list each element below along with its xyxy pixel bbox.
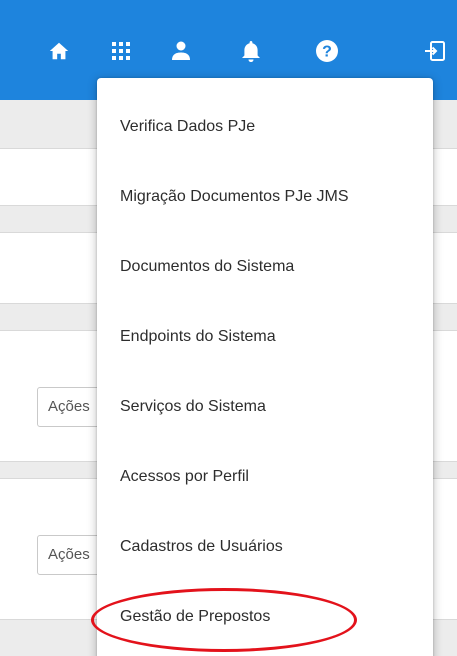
- user-icon[interactable]: [164, 34, 198, 68]
- home-icon[interactable]: [42, 34, 76, 68]
- app-page: ? Ações Ações Verifica Dados PJe Migraçã…: [0, 0, 457, 656]
- bell-icon[interactable]: [234, 34, 268, 68]
- svg-text:?: ?: [322, 44, 332, 61]
- menu-item-servicos-sistema[interactable]: Serviços do Sistema: [97, 385, 433, 429]
- menu-item-acessos-perfil[interactable]: Acessos por Perfil: [97, 455, 433, 499]
- menu-item-endpoints-sistema[interactable]: Endpoints do Sistema: [97, 315, 433, 359]
- apps-grid-icon[interactable]: [104, 34, 138, 68]
- logout-icon[interactable]: [418, 34, 452, 68]
- apps-dropdown-menu: Verifica Dados PJe Migração Documentos P…: [97, 78, 433, 656]
- menu-item-cadastros-usuarios[interactable]: Cadastros de Usuários: [97, 525, 433, 569]
- menu-item-verifica-dados-pje[interactable]: Verifica Dados PJe: [97, 105, 433, 149]
- menu-item-migracao-documentos[interactable]: Migração Documentos PJe JMS: [97, 175, 433, 219]
- menu-item-gestao-prepostos[interactable]: Gestão de Prepostos: [97, 595, 433, 639]
- menu-item-documentos-sistema[interactable]: Documentos do Sistema: [97, 245, 433, 289]
- help-icon[interactable]: ?: [310, 34, 344, 68]
